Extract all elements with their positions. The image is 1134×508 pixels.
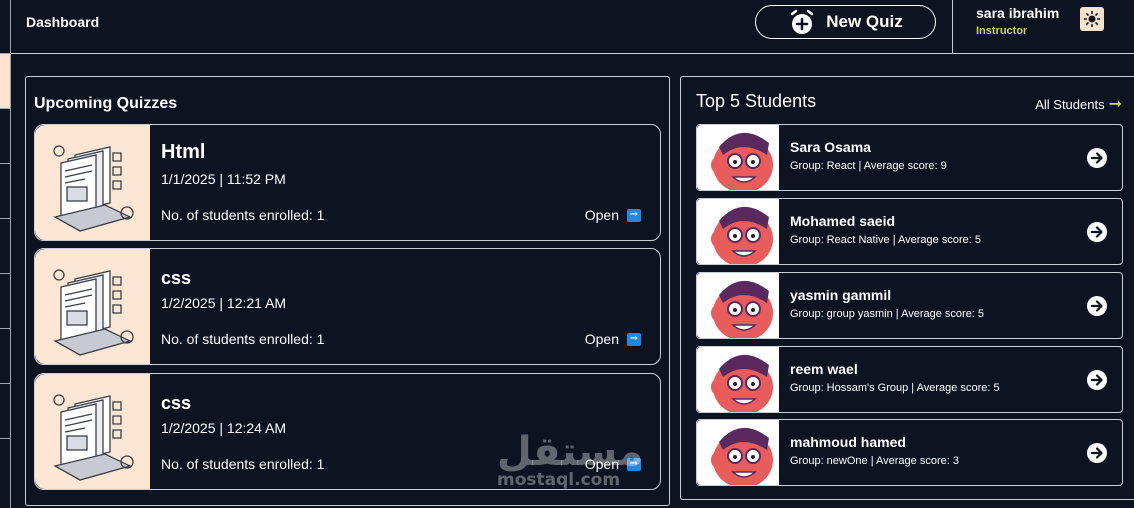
student-group-score: Group: Hossam's Group | Average score: 5 bbox=[790, 382, 1000, 394]
circle-arrow-right-icon[interactable] bbox=[1086, 442, 1108, 464]
upcoming-quizzes-title: Upcoming Quizzes bbox=[34, 95, 178, 112]
arrow-right-icon: ➞ bbox=[1108, 96, 1122, 113]
avatar bbox=[697, 347, 779, 412]
new-quiz-label: New Quiz bbox=[826, 12, 903, 31]
quiz-open-link[interactable]: Open ➞ bbox=[585, 207, 641, 223]
theme-toggle-button[interactable] bbox=[1080, 7, 1104, 31]
avatar bbox=[697, 420, 779, 485]
student-group-score: Group: group yasmin | Average score: 5 bbox=[790, 308, 985, 320]
student-group-score: Group: React Native | Average score: 5 bbox=[790, 234, 981, 246]
top-students-panel: Top 5 Students All Students ➞ Sara Osama… bbox=[680, 76, 1134, 500]
quiz-date: 1/1/2025 | 11:52 PM bbox=[161, 171, 286, 187]
student-group-score: Group: React | Average score: 9 bbox=[790, 160, 947, 172]
circle-arrow-right-icon[interactable] bbox=[1086, 221, 1108, 243]
sidebar-item[interactable] bbox=[0, 274, 10, 329]
student-group-score: Group: newOne | Average score: 3 bbox=[790, 455, 959, 467]
all-students-link[interactable]: All Students ➞ bbox=[1035, 94, 1122, 114]
quiz-open-label: Open bbox=[584, 207, 619, 223]
sidebar-item[interactable] bbox=[0, 219, 10, 274]
all-students-label: All Students bbox=[1035, 96, 1105, 112]
quiz-card: Html 1/1/2025 | 11:52 PM No. of students… bbox=[34, 124, 661, 241]
student-name: reem wael bbox=[790, 361, 858, 377]
circle-arrow-right-icon[interactable] bbox=[1086, 147, 1108, 169]
student-name: mahmoud hamed bbox=[790, 434, 906, 450]
user-role: Instructor bbox=[976, 25, 1028, 37]
quiz-open-label: Open bbox=[584, 331, 619, 347]
sidebar bbox=[0, 0, 11, 508]
student-card: Mohamed saeid Group: React Native | Aver… bbox=[696, 198, 1123, 265]
avatar bbox=[697, 199, 779, 264]
student-name: Sara Osama bbox=[790, 139, 871, 155]
arrow-right-box-icon: ➞ bbox=[627, 332, 641, 346]
avatar bbox=[697, 125, 779, 190]
circle-arrow-right-icon[interactable] bbox=[1086, 369, 1108, 391]
arrow-right-box-icon: ➞ bbox=[627, 208, 641, 222]
sidebar-item[interactable] bbox=[0, 0, 10, 54]
avatar bbox=[697, 273, 779, 338]
watermark-arabic: مستقل bbox=[497, 429, 644, 475]
watermark: مستقل mostaql.com bbox=[497, 430, 643, 490]
student-card: Sara Osama Group: React | Average score:… bbox=[696, 124, 1123, 191]
quiz-illustration bbox=[35, 249, 150, 364]
quiz-open-link[interactable]: Open ➞ bbox=[585, 331, 641, 347]
student-name: Mohamed saeid bbox=[790, 213, 896, 229]
student-card: reem wael Group: Hossam's Group | Averag… bbox=[696, 346, 1123, 413]
sidebar-item-active[interactable] bbox=[0, 54, 10, 109]
top-bar: Dashboard New Quiz sara ibrahim Instruct… bbox=[11, 0, 1134, 54]
sidebar-item[interactable] bbox=[0, 164, 10, 219]
circle-arrow-right-icon[interactable] bbox=[1086, 295, 1108, 317]
breadcrumb: Dashboard bbox=[26, 14, 100, 30]
quiz-title: Html bbox=[161, 141, 206, 163]
student-name: yasmin gammil bbox=[790, 287, 892, 303]
sidebar-item[interactable] bbox=[0, 329, 10, 384]
quiz-enrolled-count: No. of students enrolled: 1 bbox=[161, 456, 325, 472]
user-name: sara ibrahim bbox=[976, 5, 1060, 21]
sidebar-item[interactable] bbox=[0, 109, 10, 164]
quiz-date: 1/2/2025 | 12:21 AM bbox=[161, 295, 287, 311]
quiz-card: css 1/2/2025 | 12:21 AM No. of students … bbox=[34, 248, 661, 365]
quiz-illustration bbox=[35, 125, 150, 240]
student-card: mahmoud hamed Group: newOne | Average sc… bbox=[696, 419, 1123, 486]
sidebar-item[interactable] bbox=[0, 384, 10, 439]
quiz-title: css bbox=[161, 393, 192, 413]
quiz-date: 1/2/2025 | 12:24 AM bbox=[161, 420, 287, 436]
quiz-illustration bbox=[35, 374, 150, 489]
header-divider bbox=[952, 0, 953, 54]
quiz-title: css bbox=[161, 268, 192, 288]
quiz-enrolled-count: No. of students enrolled: 1 bbox=[161, 331, 325, 347]
sun-icon bbox=[1083, 10, 1101, 28]
new-quiz-button[interactable]: New Quiz bbox=[755, 5, 936, 39]
alarm-plus-icon bbox=[790, 9, 814, 34]
student-card: yasmin gammil Group: group yasmin | Aver… bbox=[696, 272, 1123, 339]
quiz-enrolled-count: No. of students enrolled: 1 bbox=[161, 207, 325, 223]
top-students-title: Top 5 Students bbox=[696, 91, 817, 111]
